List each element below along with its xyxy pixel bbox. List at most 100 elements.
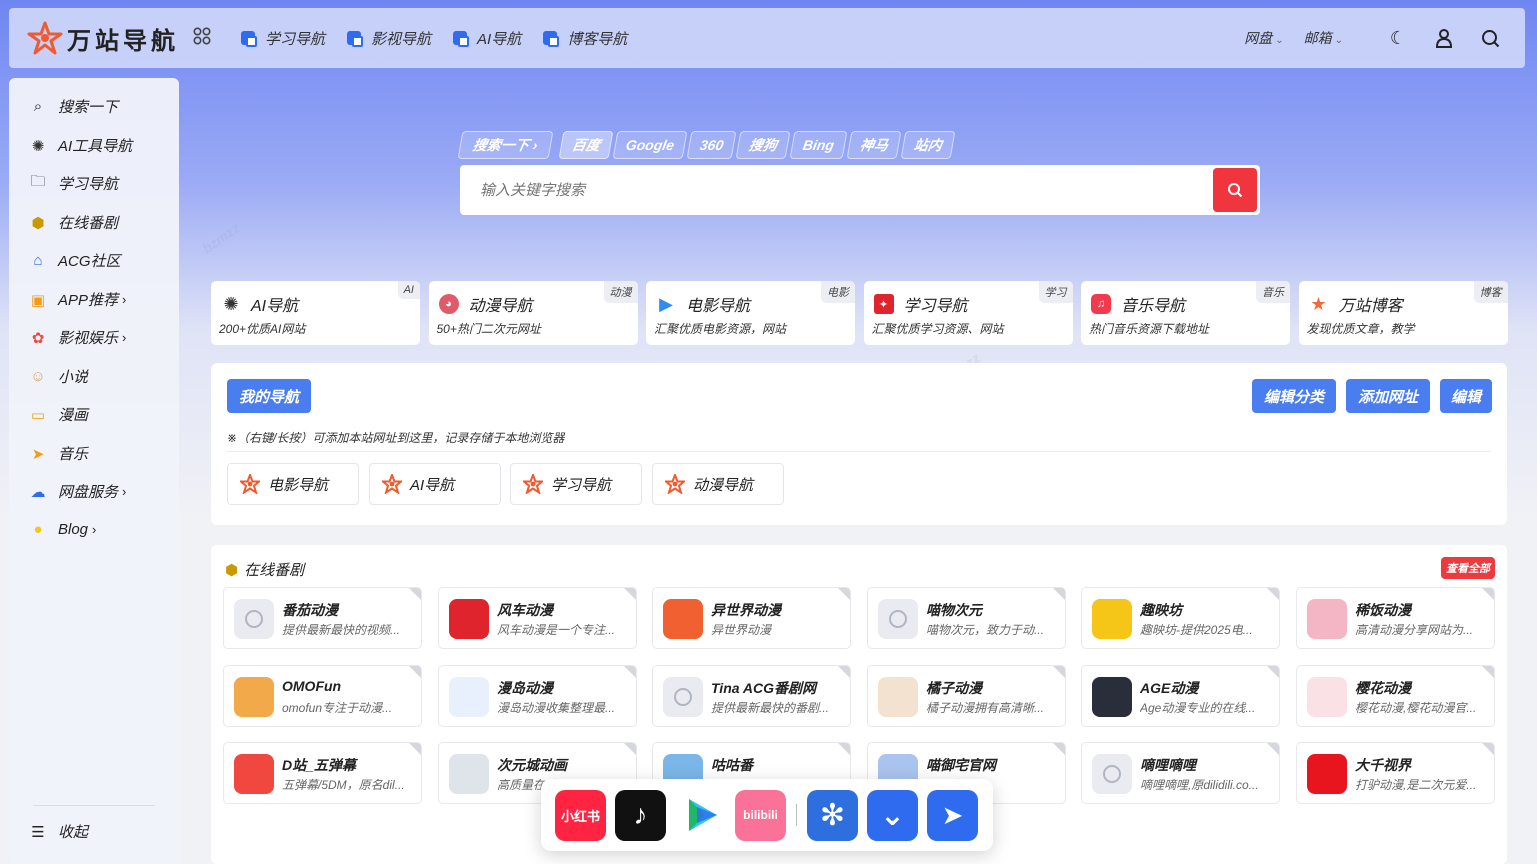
search-button[interactable]: [1213, 168, 1257, 212]
sidebar-item-novel[interactable]: ☺ 小说: [29, 366, 88, 387]
chevron-down-icon: ⌄: [1275, 35, 1284, 46]
dock-app-telegram[interactable]: ➤: [927, 789, 978, 841]
sidebar-item-apps[interactable]: ▣ APP推荐 ›: [29, 289, 126, 310]
site-card[interactable]: 樱花动漫 樱花动漫,樱花动漫官...: [1296, 665, 1495, 727]
netdisk-dropdown[interactable]: 网盘 ⌄: [1244, 28, 1283, 48]
my-nav-tab[interactable]: 我的导航: [227, 379, 311, 413]
card-ai-nav[interactable]: ✺ AI导航 200+优质AI网站 AI: [211, 281, 420, 345]
card-title: 动漫导航: [468, 298, 533, 315]
my-nav-chip[interactable]: AI导航: [369, 463, 501, 505]
card-title: 音乐导航: [1121, 298, 1186, 315]
site-name: 次元城动画: [497, 757, 567, 773]
my-nav-chip[interactable]: 动漫导航: [652, 463, 784, 505]
card-blog[interactable]: ★ 万站博客 发现优质文章，教学 博客: [1298, 281, 1508, 345]
site-card[interactable]: 大千视界 打驴动漫,是二次元爱...: [1296, 742, 1495, 804]
tab-search[interactable]: 搜索一下 ›: [457, 131, 554, 159]
site-card[interactable]: 橘子动漫 橘子动漫拥有高清晰...: [867, 665, 1066, 727]
card-music-nav[interactable]: ♫ 音乐导航 热门音乐资源下载地址 音乐: [1081, 281, 1290, 345]
topnav-study[interactable]: 学习导航: [241, 28, 325, 49]
topnav-video[interactable]: 影视导航: [347, 28, 431, 49]
tab-google[interactable]: Google: [612, 131, 688, 159]
sidebar-item-label: 搜索一下: [58, 99, 119, 116]
edit-category-button[interactable]: 编辑分类: [1252, 379, 1336, 413]
sidebar-item-acg[interactable]: ⌂ ACG社区: [29, 250, 121, 271]
mail-dropdown[interactable]: 邮箱 ⌄: [1304, 28, 1343, 48]
corner-fold-icon: [1053, 743, 1065, 755]
tab-sogou[interactable]: 搜狗: [735, 131, 791, 159]
globe-icon: [1092, 754, 1132, 794]
sidebar-item-label: 网盘服务: [58, 484, 119, 501]
site-card[interactable]: 稀饭动漫 高清动漫分享网站为...: [1296, 587, 1495, 649]
sidebar-collapse-button[interactable]: ☰ 收起: [29, 821, 88, 842]
ai-icon: ✺: [31, 137, 45, 155]
sidebar-divider: [33, 805, 155, 806]
site-name: 橘子动漫: [926, 680, 982, 696]
card-badge: 音乐: [1256, 281, 1290, 303]
edit-button[interactable]: 编辑: [1440, 379, 1492, 413]
tab-shenma[interactable]: 神马: [846, 131, 902, 159]
sidebar-item-search[interactable]: ⌕ 搜索一下: [29, 96, 118, 117]
site-name: 异世界动漫: [711, 602, 781, 618]
card-anime-nav[interactable]: ◕ 动漫导航 50+热门二次元网址 动漫: [428, 281, 638, 345]
dock-app-youku[interactable]: [675, 789, 726, 841]
dock-app-douyin[interactable]: ♪: [615, 789, 666, 841]
dock-app-windmill[interactable]: ✻: [807, 789, 858, 841]
site-name: 趣映坊: [1140, 602, 1182, 618]
sidebar-item-ai-tools[interactable]: ✺ AI工具导航: [29, 135, 132, 156]
user-icon[interactable]: [1433, 27, 1455, 49]
apps-grid-icon[interactable]: [193, 26, 211, 50]
sidebar-item-netdisk[interactable]: ☁ 网盘服务 ›: [29, 481, 127, 502]
site-card[interactable]: AGE动漫 Age动漫专业的在线...: [1081, 665, 1280, 727]
tab-baidu[interactable]: 百度: [558, 131, 614, 159]
cloud-icon: ☁: [30, 483, 46, 501]
my-nav-chip[interactable]: 电影导航: [227, 463, 359, 505]
card-movie-nav[interactable]: ▶ 电影导航 汇聚优质电影资源，网站 电影: [646, 281, 855, 345]
tab-site[interactable]: 站内: [900, 131, 956, 159]
site-logo-icon: [234, 754, 274, 794]
site-card[interactable]: 漫岛动漫 漫岛动漫收集整理最...: [438, 665, 637, 727]
dark-mode-icon[interactable]: ☾: [1387, 27, 1409, 49]
logo-star-icon: [27, 21, 63, 55]
dock-app-bilibili[interactable]: bilibili: [735, 789, 786, 841]
topnav-ai[interactable]: AI导航: [453, 28, 521, 49]
sidebar-item-anime[interactable]: ⬢ 在线番剧: [29, 212, 118, 233]
sidebar-item-blog[interactable]: ● Blog ›: [29, 520, 96, 538]
corner-fold-icon: [1267, 588, 1279, 600]
add-url-button[interactable]: 添加网址: [1346, 379, 1430, 413]
dock-app-download[interactable]: ⌄: [867, 789, 918, 841]
site-card[interactable]: 喵物次元 喵物次元，致力于动...: [867, 587, 1066, 649]
site-logo-icon: [234, 677, 274, 717]
site-card[interactable]: OMOFun omofun专注于动漫...: [223, 665, 422, 727]
card-badge: 博客: [1473, 281, 1508, 303]
tab-bing[interactable]: Bing: [789, 131, 848, 159]
sidebar-item-study[interactable]: 🗀 学习导航: [29, 173, 118, 194]
corner-fold-icon: [1267, 743, 1279, 755]
tab-360[interactable]: 360: [686, 131, 737, 159]
site-card[interactable]: 趣映坊 趣映坊-提供2025电...: [1081, 587, 1280, 649]
dock-app-xiaohongshu[interactable]: 小红书: [555, 789, 606, 841]
sidebar-item-comic[interactable]: ▭ 漫画: [29, 404, 88, 425]
view-all-button[interactable]: 查看全部: [1441, 557, 1495, 579]
dropdown-label: 网盘: [1244, 30, 1273, 46]
site-logo[interactable]: 万站导航: [27, 20, 179, 56]
card-title: 万站博客: [1338, 298, 1403, 315]
site-card[interactable]: 风车动漫 风车动漫是一个专注...: [438, 587, 637, 649]
site-card[interactable]: 异世界动漫 异世界动漫: [652, 587, 851, 649]
search-icon: [1228, 183, 1243, 198]
search-icon[interactable]: [1479, 27, 1501, 49]
sidebar-item-music[interactable]: ➤ 音乐: [29, 443, 88, 464]
my-nav-chip[interactable]: 学习导航: [510, 463, 642, 505]
search-input[interactable]: [460, 165, 1213, 215]
site-card[interactable]: Tina ACG番剧网 提供最新最快的番剧...: [652, 665, 851, 727]
site-name: 稀饭动漫: [1355, 602, 1411, 618]
sidebar-item-entertainment[interactable]: ✿ 影视娱乐 ›: [29, 327, 127, 348]
site-card[interactable]: D站_五弹幕 五弹幕/5DM，原名dil...: [223, 742, 422, 804]
sidebar-item-label: ACG社区: [58, 253, 121, 270]
site-card[interactable]: 番茄动漫 提供最新最快的视频...: [223, 587, 422, 649]
topnav-blog[interactable]: 博客导航: [543, 28, 627, 49]
site-desc: Age动漫专业的在线...: [1140, 701, 1256, 715]
category-cards: ✺ AI导航 200+优质AI网站 AI ◕ 动漫导航 50+热门二次元网址 动漫 …: [211, 281, 1508, 345]
card-study-nav[interactable]: ✦ 学习导航 汇聚优质学习资源、网站 学习: [863, 281, 1073, 345]
site-card[interactable]: 嘀哩嘀哩 嘀哩嘀哩,原dilidili.co...: [1081, 742, 1280, 804]
sidebar-item-label: 在线番剧: [58, 215, 119, 232]
